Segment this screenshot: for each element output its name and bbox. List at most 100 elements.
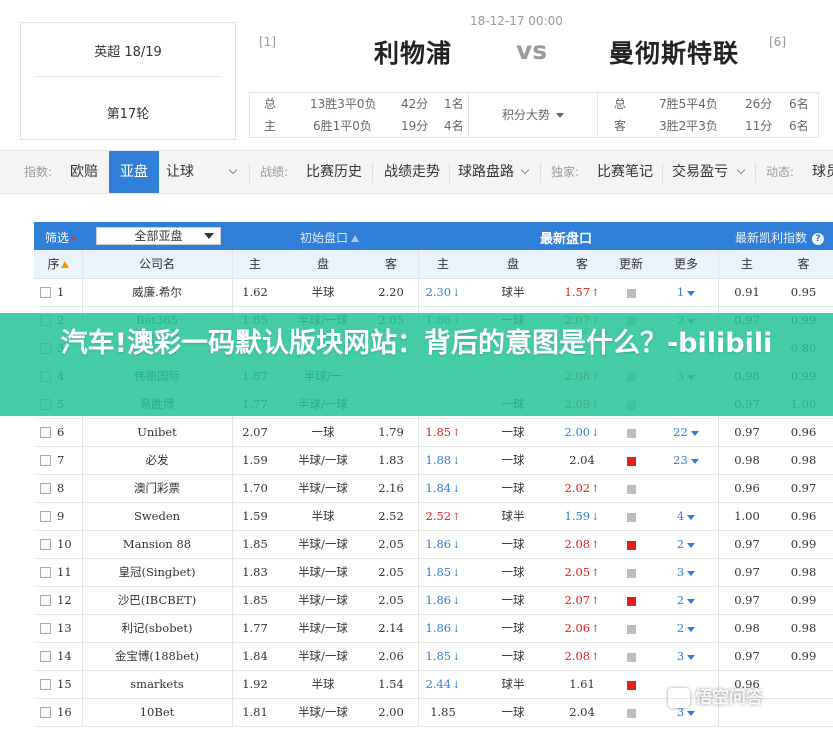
table-row[interactable]: 1 威廉.希尔 1.62 半球 2.20 2.30↓ 球半 1.57↑ 0.91 0.95 1	[34, 279, 833, 307]
row-checkbox[interactable]	[40, 594, 51, 606]
table-row[interactable]: 6 Unibet 2.07 一球 1.79 1.85↑ 一球 2.00↓ 0.97 0.96 22	[34, 419, 833, 447]
nav-item-history[interactable]: 比赛历史	[306, 151, 362, 193]
filter-toggle[interactable]: 筛选	[45, 229, 78, 246]
kelly-index-header[interactable]: 最新凯利指数?	[735, 229, 825, 246]
latest-line-value: 一球	[501, 565, 525, 579]
chevron-down-icon	[736, 165, 746, 175]
more-count: 1	[676, 285, 685, 299]
latest-away-odds-value: 2.02	[564, 481, 591, 495]
more-dropdown[interactable]: 1	[656, 279, 716, 306]
nav-item-europe[interactable]: 欧赔	[70, 151, 98, 193]
row-checkbox[interactable]	[40, 454, 51, 466]
divider	[718, 279, 719, 306]
initial-away-odds: 2.05	[368, 531, 414, 558]
company-name[interactable]: 威廉.希尔	[82, 279, 232, 306]
row-checkbox[interactable]	[40, 566, 51, 578]
row-checkbox[interactable]	[40, 426, 51, 438]
table-row[interactable]: 10 Mansion 88 1.85 半球/一球 2.05 1.86↓ 一球 2.08↑ 0.9…	[34, 531, 833, 559]
initial-away-odds-value: 1.83	[378, 453, 404, 467]
company-name[interactable]: 必发	[82, 447, 232, 474]
table-row[interactable]: 8 澳门彩票 1.70 半球/一球 2.16 1.84↓ 一球 2.02↑ 0.96 0.97	[34, 475, 833, 503]
company-name[interactable]: Unibet	[82, 419, 232, 446]
table-row[interactable]: 7 必发 1.59 半球/一球 1.83 1.88↓ 一球 2.04 0.98 0.98 23	[34, 447, 833, 475]
divider	[718, 503, 719, 530]
more-dropdown[interactable]	[656, 475, 716, 502]
latest-line: 一球	[468, 699, 558, 726]
latest-away-odds-value: 1.61	[569, 677, 595, 691]
company-name[interactable]: Sweden	[82, 503, 232, 530]
arrow-down-icon: ↓	[452, 540, 461, 551]
more-dropdown[interactable]: 2	[656, 587, 716, 614]
latest-home-odds: 1.85↑	[418, 419, 468, 446]
more-count: 23	[673, 453, 688, 467]
nav-item-asian[interactable]: 亚盘	[109, 151, 159, 193]
league-name[interactable]: 英超 18/19	[21, 41, 235, 60]
table-row[interactable]: 14 金宝博(188bet) 1.84 半球/一球 2.06 1.85↓ 一球 2.08↑ 0.…	[34, 643, 833, 671]
more-dropdown[interactable]: 4	[656, 503, 716, 530]
table-row[interactable]: 9 Sweden 1.59 半球 2.52 2.52↑ 球半 1.59↓ 1.00 0.96 4	[34, 503, 833, 531]
more-dropdown[interactable]: 2	[656, 615, 716, 642]
nav-item-road[interactable]: 球路盘路	[458, 151, 530, 193]
nav-item-label: 让球	[166, 164, 194, 180]
table-row[interactable]: 12 沙巴(IBCBET) 1.85 半球/一球 2.05 1.86↓ 一球 2.07↑ 0.9…	[34, 587, 833, 615]
more-dropdown[interactable]: 23	[656, 447, 716, 474]
more-count: 2	[676, 621, 685, 635]
company-name[interactable]: Mansion 88	[82, 531, 232, 558]
nav-item-profit[interactable]: 交易盈亏	[672, 151, 746, 193]
row-checkbox[interactable]	[40, 650, 51, 662]
column-header: 客	[384, 257, 397, 271]
initial-odds-sort[interactable]: 初始盘口	[300, 229, 360, 246]
company-name[interactable]: 皇冠(Singbet)	[82, 559, 232, 586]
seq-sort-header[interactable]: 序	[34, 250, 82, 278]
help-icon[interactable]: ?	[812, 232, 825, 245]
divider	[82, 475, 83, 502]
more-dropdown[interactable]: 22	[656, 419, 716, 446]
arrow-down-icon: ↓	[452, 288, 461, 299]
arrow-down-icon: ↓	[591, 512, 600, 523]
nav-item-notes[interactable]: 比赛笔记	[597, 151, 653, 193]
row-checkbox[interactable]	[40, 622, 51, 634]
more-dropdown[interactable]: 2	[656, 531, 716, 558]
update-status	[606, 447, 656, 474]
company-name[interactable]: 金宝博(188bet)	[82, 643, 232, 670]
row-checkbox[interactable]	[40, 286, 51, 298]
nav-item-handicap[interactable]: 让球	[166, 151, 238, 193]
company-name[interactable]: 澳门彩票	[82, 475, 232, 502]
company-name[interactable]: 10Bet	[82, 699, 232, 726]
row-checkbox[interactable]	[40, 538, 51, 550]
initial-line-value: 半球/一球	[298, 593, 348, 607]
company-name[interactable]: smarkets	[82, 671, 232, 698]
chevron-down-icon	[690, 430, 699, 436]
kelly-away: 0.98	[774, 615, 833, 642]
company-name[interactable]: 利记(sbobet)	[82, 615, 232, 642]
nav-item-trend[interactable]: 战绩走势	[384, 151, 440, 193]
more-dropdown[interactable]: 3	[656, 559, 716, 586]
stat-points: 26分	[745, 97, 773, 111]
initial-line-value: 半球	[311, 677, 335, 691]
more-dropdown[interactable]: 3	[656, 643, 716, 670]
stat-rank: 6名	[789, 97, 809, 111]
initial-away-odds-value: 2.05	[378, 593, 404, 607]
divider	[232, 419, 233, 446]
company-name[interactable]: 沙巴(IBCBET)	[82, 587, 232, 614]
initial-odds-label: 初始盘口	[300, 231, 349, 245]
filter-select[interactable]: 全部亚盘	[96, 227, 221, 245]
away-team-name[interactable]: 曼彻斯特联	[609, 34, 739, 70]
latest-away-odds: 2.08↑	[558, 643, 606, 670]
table-row[interactable]: 13 利记(sbobet) 1.77 半球/一球 2.14 1.86↓ 一球 2.06↑ 0.9…	[34, 615, 833, 643]
column-header: 盘	[506, 257, 519, 271]
kelly-away: 0.98	[774, 447, 833, 474]
arrow-down-icon: ↓	[452, 652, 461, 663]
row-checkbox[interactable]	[40, 706, 51, 718]
divider	[418, 559, 419, 586]
row-checkbox[interactable]	[40, 510, 51, 522]
row-checkbox[interactable]	[40, 678, 51, 690]
initial-home-odds-value: 1.85	[242, 593, 268, 607]
home-team-name[interactable]: 利物浦	[374, 34, 452, 70]
table-row[interactable]: 11 皇冠(Singbet) 1.83 半球/一球 2.05 1.85↓ 一球 2.05↑ 0.…	[34, 559, 833, 587]
initial-line-value: 半球/一球	[298, 481, 348, 495]
nav-item-scene[interactable]: 球员	[812, 151, 833, 193]
row-checkbox[interactable]	[40, 482, 51, 494]
arrow-up-icon: ↑	[591, 624, 600, 635]
divider	[418, 643, 419, 670]
